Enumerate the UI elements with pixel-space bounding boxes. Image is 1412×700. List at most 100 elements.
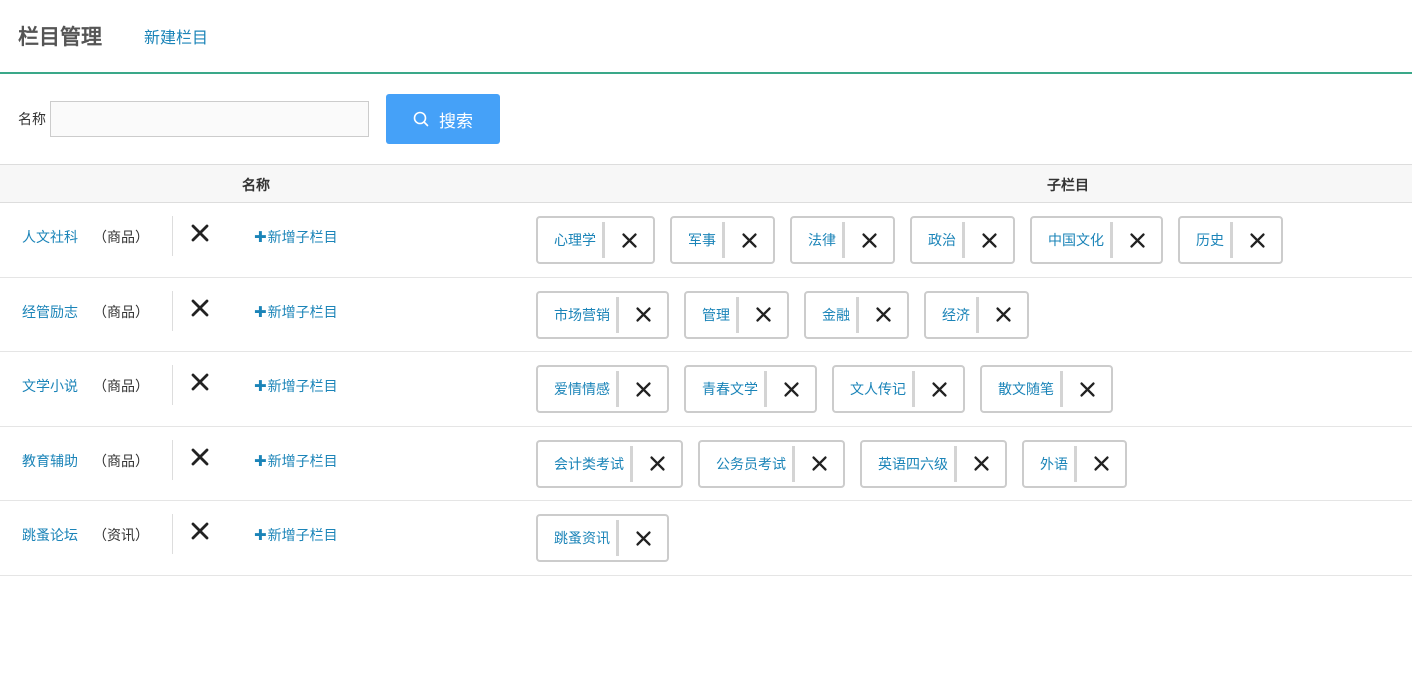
close-icon[interactable] [605,218,653,262]
close-icon[interactable] [619,516,667,560]
add-sub-column-link[interactable]: ✚ 新增子栏目 [254,227,338,247]
sub-column-label[interactable]: 军事 [672,222,725,258]
close-icon[interactable] [633,442,681,486]
close-icon[interactable] [979,293,1027,337]
add-sub-column-label: 新增子栏目 [267,304,338,321]
sub-column-chip: 会计类考试 [536,439,683,488]
sub-column-label[interactable]: 市场营销 [538,296,619,333]
close-icon[interactable] [1063,367,1111,411]
add-sub-column-label: 新增子栏目 [267,230,338,246]
add-sub-column-link[interactable]: ✚ 新增子栏目 [254,376,338,396]
plus-icon: ✚ [254,377,267,395]
sub-column-label[interactable]: 法律 [792,222,845,258]
sub-column-chip: 政治 [910,216,1015,264]
add-sub-column-link[interactable]: ✚ 新增子栏目 [254,302,338,322]
close-icon[interactable] [767,367,815,411]
divider [172,365,173,405]
plus-icon: ✚ [254,526,267,544]
sub-column-chip: 公务员考试 [698,439,845,488]
column-name-link[interactable]: 跳蚤论坛 [22,525,78,545]
table-row: 跳蚤论坛 （资讯） ✚ 新增子栏目 跳蚤资讯 [0,501,1412,576]
sub-column-chip: 外语 [1022,439,1127,488]
search-button[interactable]: 搜索 [386,94,500,144]
sub-column-chip: 法律 [790,216,895,264]
table-row: 文学小说 （商品） ✚ 新增子栏目 爱情情感 青春文学 文人传记 散文随笔 [0,352,1412,427]
table-row: 教育辅助 （商品） ✚ 新增子栏目 会计类考试 公务员考试 英语四六级 外语 [0,427,1412,501]
sub-column-list: 跳蚤资讯 [536,514,684,562]
close-icon[interactable] [190,298,210,318]
divider [172,290,173,331]
sub-column-label[interactable]: 跳蚤资讯 [538,520,619,556]
close-icon[interactable] [795,442,843,486]
sub-column-list: 会计类考试 公务员考试 英语四六级 外语 [536,439,1142,488]
sub-column-chip: 经济 [924,290,1029,339]
sub-column-chip: 爱情情感 [536,365,669,413]
sub-column-label[interactable]: 英语四六级 [862,445,957,482]
sub-column-label[interactable]: 金融 [806,296,859,333]
sub-column-label[interactable]: 会计类考试 [538,445,633,482]
plus-icon: ✚ [254,228,267,246]
column-type: （商品） [93,453,149,470]
column-header-name: 名称 [242,178,270,194]
sub-column-label[interactable]: 青春文学 [686,371,767,407]
table-body: 人文社科 （商品） ✚ 新增子栏目 心理学 军事 法律 政治 中国文化 历史 经… [0,203,1412,576]
close-icon[interactable] [619,367,667,411]
add-sub-column-link[interactable]: ✚ 新增子栏目 [254,525,338,545]
sub-column-label[interactable]: 经济 [926,296,979,333]
sub-column-label[interactable]: 公务员考试 [700,445,795,482]
sub-column-label[interactable]: 心理学 [538,222,605,258]
add-sub-column-label: 新增子栏目 [267,528,338,544]
close-icon[interactable] [965,218,1013,262]
sub-column-label[interactable]: 文人传记 [834,371,915,407]
column-name-link[interactable]: 人文社科 [22,227,78,247]
sub-column-chip: 散文随笔 [980,365,1113,413]
close-icon[interactable] [725,218,773,262]
sub-column-label[interactable]: 政治 [912,222,965,258]
close-icon[interactable] [1233,218,1281,262]
divider [172,514,173,554]
close-icon[interactable] [1077,442,1125,486]
column-type: （商品） [93,304,149,321]
close-icon[interactable] [739,293,787,337]
search-input[interactable] [50,101,369,137]
table-header: 名称 子栏目 [0,164,1412,203]
close-icon[interactable] [845,218,893,262]
column-header-children: 子栏目 [1047,178,1089,194]
sub-column-label[interactable]: 爱情情感 [538,371,619,407]
column-type: （商品） [93,379,149,395]
sub-column-label[interactable]: 历史 [1180,222,1233,258]
table-row: 经管励志 （商品） ✚ 新增子栏目 市场营销 管理 金融 经济 [0,278,1412,352]
sub-column-label[interactable]: 外语 [1024,445,1077,482]
close-icon[interactable] [859,293,907,337]
sub-column-chip: 心理学 [536,216,655,264]
column-name-link[interactable]: 教育辅助 [22,451,78,471]
search-icon [413,111,429,127]
close-icon[interactable] [619,293,667,337]
add-sub-column-link[interactable]: ✚ 新增子栏目 [254,451,338,471]
sub-column-list: 爱情情感 青春文学 文人传记 散文随笔 [536,365,1128,413]
close-icon[interactable] [190,521,210,541]
sub-column-chip: 军事 [670,216,775,264]
sub-column-chip: 青春文学 [684,365,817,413]
search-button-label: 搜索 [439,111,473,132]
sub-column-chip: 跳蚤资讯 [536,514,669,562]
column-name-link[interactable]: 文学小说 [22,376,78,396]
divider [172,216,173,256]
close-icon[interactable] [1113,218,1161,262]
close-icon[interactable] [190,447,210,467]
sub-column-chip: 历史 [1178,216,1283,264]
close-icon[interactable] [957,442,1005,486]
column-name-link[interactable]: 经管励志 [22,302,78,322]
close-icon[interactable] [915,367,963,411]
sub-column-list: 心理学 军事 法律 政治 中国文化 历史 [536,216,1298,264]
close-icon[interactable] [190,372,210,392]
table-row: 人文社科 （商品） ✚ 新增子栏目 心理学 军事 法律 政治 中国文化 历史 [0,203,1412,278]
close-icon[interactable] [190,223,210,243]
sub-column-chip: 市场营销 [536,290,669,339]
search-label: 名称 [18,112,46,128]
sub-column-label[interactable]: 管理 [686,296,739,333]
plus-icon: ✚ [254,302,267,321]
sub-column-label[interactable]: 散文随笔 [982,371,1063,407]
new-column-link[interactable]: 新建栏目 [144,24,208,48]
sub-column-label[interactable]: 中国文化 [1032,222,1113,258]
